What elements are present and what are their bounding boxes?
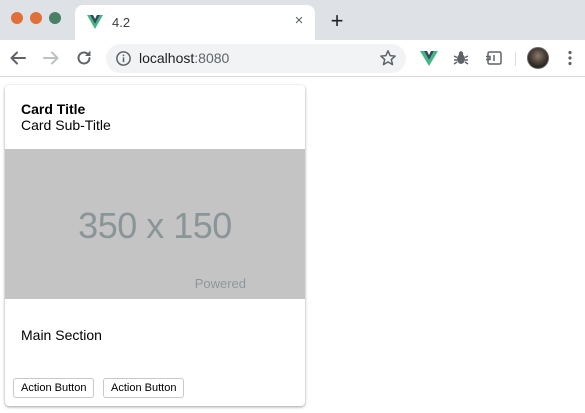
- minimize-window-button[interactable]: [30, 12, 42, 24]
- action-button-2[interactable]: Action Button: [103, 378, 185, 398]
- address-bar[interactable]: localhost:8080: [106, 44, 406, 73]
- reload-icon: [77, 50, 91, 65]
- tab-title: 4.2: [112, 15, 131, 30]
- card-main-section: Main Section: [21, 327, 102, 343]
- toolbar-separator: [515, 52, 516, 66]
- more-vertical-icon[interactable]: [562, 49, 578, 67]
- vue-devtools-icon[interactable]: [420, 49, 438, 67]
- url-text[interactable]: localhost:8080: [139, 50, 229, 66]
- close-window-button[interactable]: [11, 12, 23, 24]
- url-host: localhost: [139, 50, 195, 66]
- forward-button[interactable]: [40, 47, 62, 69]
- card-media-placeholder: 350 x 150 Powered: [5, 149, 305, 299]
- arrow-left-icon: [10, 51, 26, 65]
- media-overlay-text: Powered: [194, 276, 246, 291]
- url-port: :8080: [194, 50, 230, 66]
- vue-logo-icon: [87, 15, 103, 29]
- bookmark-star-icon[interactable]: [379, 49, 397, 67]
- bug-icon[interactable]: [452, 49, 470, 67]
- info-icon[interactable]: [115, 50, 132, 67]
- back-button[interactable]: [7, 47, 29, 69]
- new-tab-button[interactable]: +: [326, 10, 348, 32]
- card-title: Card Title: [21, 101, 86, 117]
- tab-strip: 4.2 × +: [0, 0, 585, 40]
- card-subtitle: Card Sub-Title: [21, 117, 111, 133]
- card: Card Title Card Sub-Title 350 x 150 Powe…: [5, 85, 305, 406]
- reload-button[interactable]: [73, 47, 95, 69]
- media-size-label: 350 x 150: [78, 205, 232, 246]
- arrow-right-icon: [43, 51, 59, 65]
- maximize-window-button[interactable]: [49, 12, 61, 24]
- browser-tab[interactable]: 4.2 ×: [75, 5, 315, 40]
- profile-avatar[interactable]: [527, 47, 549, 69]
- browser-toolbar: localhost:8080: [0, 40, 585, 77]
- extension-icon[interactable]: [485, 49, 503, 67]
- action-button-1[interactable]: Action Button: [13, 378, 95, 398]
- tab-close-icon[interactable]: ×: [291, 12, 307, 30]
